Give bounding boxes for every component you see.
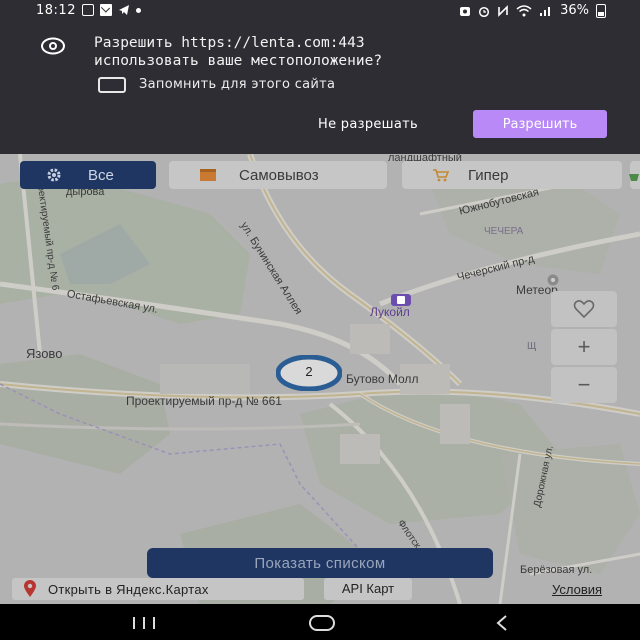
- location-icon: [40, 36, 66, 56]
- location-permission-dialog: Разрешить https://lenta.com:443 использо…: [0, 22, 640, 154]
- telegram-notification-icon: [118, 4, 130, 16]
- terms-link[interactable]: Условия: [552, 582, 602, 597]
- clock: 18:12: [36, 3, 76, 18]
- cluster-count: 2: [305, 364, 313, 379]
- filter-hyper-chip[interactable]: Гипер: [402, 161, 622, 189]
- mail-notification-icon: [100, 4, 112, 16]
- status-bar: 18:12 36%: [0, 0, 640, 22]
- filter-pickup-chip[interactable]: Самовывоз: [169, 161, 387, 189]
- filter-all-label: Все: [88, 166, 114, 184]
- nfc-icon: [497, 4, 509, 17]
- allow-button[interactable]: Разрешить: [473, 110, 607, 138]
- screenshot-icon: [459, 5, 471, 17]
- gallery-notification-icon: [82, 4, 94, 16]
- back-icon: [496, 615, 507, 631]
- open-yandex-maps-label: Открыть в Яндекс.Картах: [48, 581, 209, 597]
- box-icon: [199, 168, 217, 182]
- home-button[interactable]: [302, 612, 342, 634]
- map-label-chechera: ЧЕЧЕРА: [484, 226, 524, 237]
- more-notifications-icon: [136, 8, 141, 13]
- permission-message-line1: Разрешить https://lenta.com:443: [94, 35, 365, 51]
- recent-apps-icon: [133, 617, 155, 629]
- filter-hyper-label: Гипер: [468, 166, 509, 184]
- gear-icon: [46, 167, 62, 183]
- api-maps-link[interactable]: API Карт: [324, 578, 412, 600]
- map-pin-icon: [22, 580, 38, 598]
- cart-icon: [432, 168, 450, 182]
- basket-icon: [628, 169, 640, 181]
- battery-percent: 36%: [560, 3, 589, 18]
- back-button[interactable]: [482, 612, 522, 634]
- alarm-icon: [478, 5, 490, 17]
- remember-checkbox[interactable]: [98, 77, 126, 93]
- home-icon: [309, 615, 335, 631]
- show-list-button[interactable]: Показать списком: [147, 548, 493, 578]
- map-label-proj-661: Проектируемый пр-д № 661: [126, 394, 282, 408]
- open-yandex-maps-link[interactable]: Открыть в Яндекс.Картах: [12, 578, 304, 600]
- zoom-out-button[interactable]: −: [551, 367, 617, 403]
- heart-icon: [573, 299, 595, 324]
- map-label-lukoil: Лукойл: [370, 305, 410, 319]
- map-label-butovo-moll: Бутово Молл: [346, 372, 419, 386]
- remember-label[interactable]: Запомнить для этого сайта: [139, 77, 335, 92]
- favorites-button[interactable]: [551, 291, 617, 327]
- filter-more-chip[interactable]: [628, 161, 640, 189]
- map-label-berezovaya: Берёзовая ул.: [520, 564, 593, 576]
- filter-pickup-label: Самовывоз: [239, 166, 319, 184]
- deny-button[interactable]: Не разрешать: [292, 110, 444, 138]
- system-nav-bar: [0, 604, 640, 640]
- zoom-in-icon: +: [577, 334, 591, 359]
- permission-message-line2: использовать ваше местоположение?: [94, 53, 383, 69]
- map-label-shch: Щ: [527, 341, 537, 352]
- lukoil-pin-icon[interactable]: [390, 292, 412, 306]
- zoom-out-icon: −: [577, 372, 591, 397]
- store-cluster-marker[interactable]: 2: [276, 355, 342, 391]
- filter-all-chip[interactable]: Все: [20, 161, 156, 189]
- recent-apps-button[interactable]: [124, 612, 164, 634]
- battery-icon: [596, 3, 606, 18]
- map-label-yazovo: Язово: [26, 346, 63, 361]
- store-map[interactable]: ландшафтный дырова ул. Бунинская Аллея Ю…: [0, 154, 640, 604]
- zoom-in-button[interactable]: +: [551, 329, 617, 365]
- meteor-pin-icon[interactable]: [546, 271, 560, 286]
- signal-icon: [539, 5, 553, 17]
- wifi-icon: [516, 4, 532, 17]
- permission-message: Разрешить https://lenta.com:443 использо…: [94, 34, 382, 70]
